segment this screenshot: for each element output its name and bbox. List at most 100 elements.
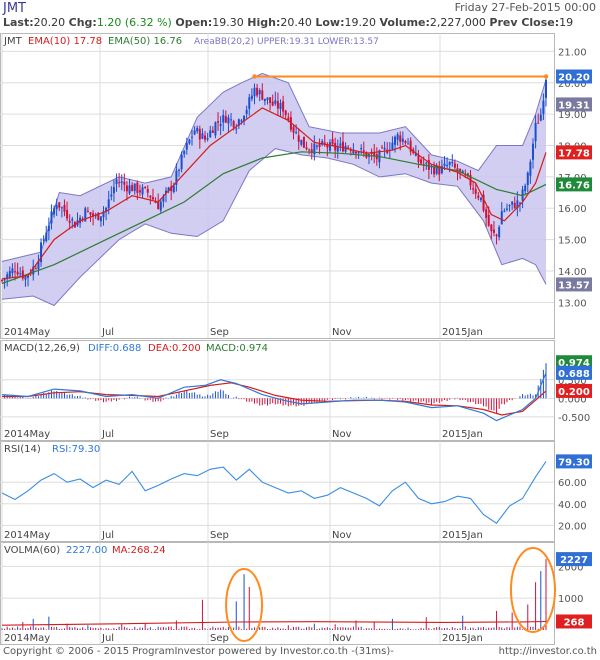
candle-body [159,201,162,211]
candle-body [534,122,537,142]
y-tick-label: 15.00 [558,236,587,247]
y-tick-label: -0.500 [558,413,590,424]
candle-body [232,120,235,128]
price-badge-label: 19.31 [558,100,590,111]
candle-body [399,135,402,142]
candle-body [89,212,92,215]
resistance-end-marker [543,74,549,79]
candle-body [58,202,61,208]
candle-body [433,167,436,175]
candle-body [128,185,131,194]
candle-body [151,197,154,200]
candle-body [360,148,363,150]
chart-root: JMT Friday 27-Feb-2015 00:00 Last:20.20 … [0,0,600,660]
candle-body [144,186,147,188]
candle-body [177,169,180,171]
price-badge-label: 0.200 [558,387,590,398]
price-badge-label: 0.688 [558,369,590,380]
candle-body [339,143,342,146]
candle-body [217,121,220,123]
candle-body [396,134,399,140]
x-tick-label: Sep [210,327,229,338]
legend-ema50: EMA(50) 16.76 [108,36,182,47]
candle-body [292,126,295,133]
legend-symbol: JMT [3,36,23,47]
price-badge-label: 17.78 [558,148,590,159]
candle-body [157,201,160,210]
x-tick-label: 2015Jan [442,633,483,644]
candle-body [115,179,118,185]
candle-body [211,130,214,133]
candle-body [248,97,251,109]
candle-body [185,142,188,150]
footer-url[interactable]: http://investor.co.th [499,646,597,657]
candle-body [531,143,534,160]
legend-dea: DEA:0.200 [148,343,201,354]
candle-body [490,224,493,232]
legend-macd-name: MACD(12,26,9) [4,343,80,354]
candle-body [245,109,248,115]
candle-body [42,239,45,241]
chart-svg: 2014May Jul Sep Nov 2015Jan 2014May Jul Sep Nov 2… [0,33,592,645]
candle-body [498,226,501,238]
candle-body [537,122,540,124]
candle-body [53,208,56,215]
candle-body [263,98,266,102]
x-tick-label: 2015Jan [442,530,483,541]
price-badge-label: 268 [564,617,585,628]
candle-body [508,205,511,207]
candle-body [214,122,217,136]
x-tick-label: Jul [101,429,114,440]
candle-body [443,163,446,167]
candle-body [120,181,123,183]
candle-body [240,120,243,122]
candle-body [125,185,128,192]
candle-body [138,190,141,193]
candle-body [479,197,482,201]
legend-volma-name: VOLMA(60) [4,545,60,556]
candle-body [477,195,480,198]
candle-body [503,210,506,212]
candle-body [474,189,477,194]
candle-body [45,232,48,242]
candle-body [133,183,136,192]
candle-body [404,140,407,144]
candle-body [14,271,17,273]
candle-body [505,208,508,210]
candle-body [193,130,196,135]
candle-body [545,79,547,98]
candle-body [495,234,498,237]
candle-body [21,270,24,279]
legend-rsi-value: RSI:79.30 [52,444,100,455]
candle-body [274,100,277,104]
candle-body [1,279,3,281]
price-badge-label: 20.20 [558,73,590,84]
x-tick-label: 2014May [4,429,50,440]
price-badge-label: 79.30 [558,457,590,468]
candle-body [328,142,331,151]
candle-body [276,101,279,109]
candle-body [149,195,152,198]
candle-body [269,97,272,103]
legend-diff: DIFF:0.688 [88,343,141,354]
candle-body [417,155,420,163]
candle-body [305,147,308,150]
candle-body [336,147,339,152]
candle-body [362,150,365,152]
candle-body [63,204,66,212]
candle-body [253,87,256,97]
candle-body [539,114,542,121]
candle-body [487,214,490,226]
candle-body [141,187,144,195]
legend-ema10: EMA(10) 17.78 [28,36,102,47]
x-tick-label: Sep [210,633,229,644]
x-tick-label: 2014May [4,633,50,644]
candle-body [258,90,261,95]
candle-body [198,128,201,140]
candle-body [107,199,110,208]
candle-body [183,151,186,155]
candle-body [302,136,305,148]
y-tick-label: 40.00 [558,500,587,511]
candle-body [146,188,149,193]
price-badge-label: 16.76 [558,180,590,191]
